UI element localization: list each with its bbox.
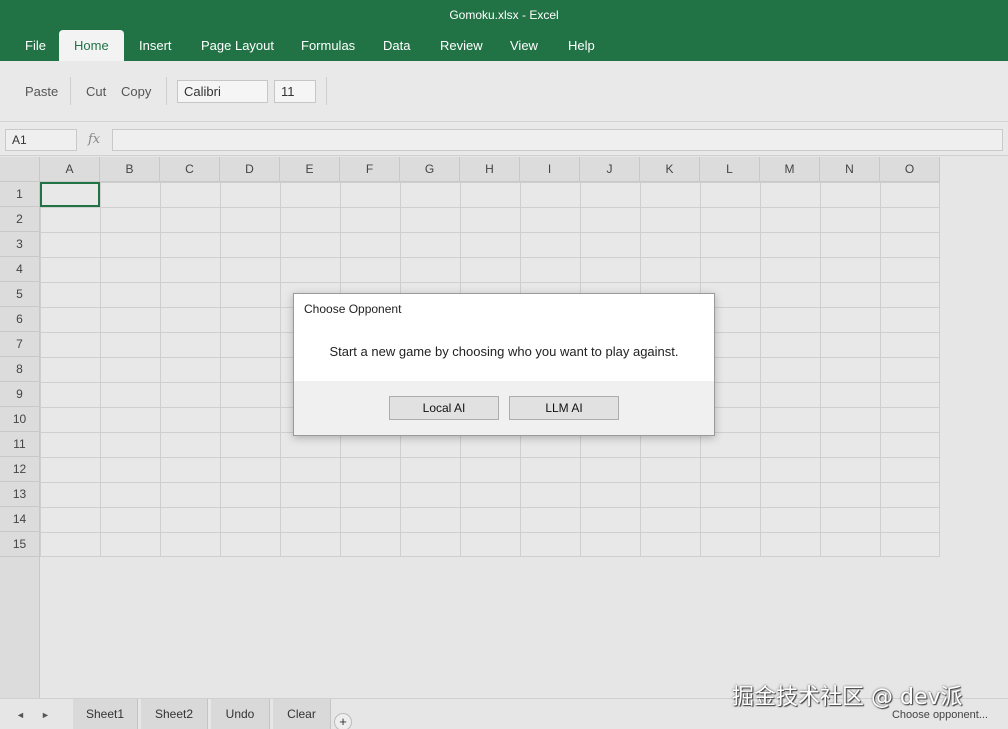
tab-data[interactable]: Data	[368, 30, 425, 61]
status-text: Choose opponent...	[891, 709, 988, 721]
row-header-5[interactable]: 5	[0, 282, 40, 307]
paste-button[interactable]: Paste	[25, 84, 58, 99]
formula-input[interactable]	[112, 129, 1003, 151]
choose-opponent-dialog: Choose Opponent Start a new game by choo…	[293, 293, 715, 436]
column-header-c[interactable]: C	[160, 157, 220, 182]
active-cell-a1[interactable]	[40, 182, 100, 207]
ribbon-divider	[326, 77, 327, 105]
font-size-field[interactable]: 11	[274, 80, 316, 103]
watermark-text: 掘金技术社区 @ dev派	[732, 685, 963, 710]
column-header-a[interactable]: A	[40, 157, 100, 182]
tab-formulas[interactable]: Formulas	[286, 30, 370, 61]
sheet-tab-sheet2[interactable]: Sheet2	[141, 699, 208, 729]
sheet-tab-undo[interactable]: Undo	[211, 699, 270, 729]
dialog-message: Start a new game by choosing who you wan…	[329, 344, 679, 359]
copy-button[interactable]: Copy	[121, 84, 151, 99]
row-header-12[interactable]: 12	[0, 457, 40, 482]
row-header-7[interactable]: 7	[0, 332, 40, 357]
dialog-title: Choose Opponent	[304, 302, 402, 316]
row-header-14[interactable]: 14	[0, 507, 40, 532]
row-header-1[interactable]: 1	[0, 182, 40, 207]
row-header-15[interactable]: 15	[0, 532, 40, 557]
formula-bar: A1 fx	[0, 122, 1008, 156]
fx-icon: fx	[88, 132, 101, 147]
local-ai-button[interactable]: Local AI	[389, 396, 499, 420]
ribbon-tab-bar: File Home Insert Page Layout Formulas Da…	[0, 30, 1008, 61]
column-header-k[interactable]: K	[640, 157, 700, 182]
column-header-d[interactable]: D	[220, 157, 280, 182]
tab-insert[interactable]: Insert	[124, 30, 187, 61]
column-header-n[interactable]: N	[820, 157, 880, 182]
tab-home[interactable]: Home	[59, 30, 124, 61]
add-sheet-icon[interactable]: +	[334, 713, 352, 729]
dialog-button-bar: Local AI LLM AI	[294, 381, 714, 435]
column-header-l[interactable]: L	[700, 157, 760, 182]
window-title: Gomoku.xlsx - Excel	[0, 0, 1008, 30]
cut-button[interactable]: Cut	[86, 84, 106, 99]
row-header-6[interactable]: 6	[0, 307, 40, 332]
tab-help[interactable]: Help	[553, 30, 610, 61]
column-header-m[interactable]: M	[760, 157, 820, 182]
row-header-10[interactable]: 10	[0, 407, 40, 432]
name-box[interactable]: A1	[5, 129, 77, 151]
row-header-2[interactable]: 2	[0, 207, 40, 232]
row-header-4[interactable]: 4	[0, 257, 40, 282]
column-header-b[interactable]: B	[100, 157, 160, 182]
column-header-g[interactable]: G	[400, 157, 460, 182]
row-header-9[interactable]: 9	[0, 382, 40, 407]
column-header-j[interactable]: J	[580, 157, 640, 182]
tab-file[interactable]: File	[10, 30, 61, 61]
column-header-i[interactable]: I	[520, 157, 580, 182]
llm-ai-button[interactable]: LLM AI	[509, 396, 619, 420]
sheet-tab-clear[interactable]: Clear	[273, 699, 331, 729]
row-header-8[interactable]: 8	[0, 357, 40, 382]
row-header-11[interactable]: 11	[0, 432, 40, 457]
column-header-h[interactable]: H	[460, 157, 520, 182]
home-ribbon: Paste Cut Copy Calibri 11	[0, 61, 1008, 122]
row-header-13[interactable]: 13	[0, 482, 40, 507]
column-header-f[interactable]: F	[340, 157, 400, 182]
tab-view[interactable]: View	[495, 30, 553, 61]
font-name-field[interactable]: Calibri	[177, 80, 268, 103]
ribbon-divider	[166, 77, 167, 105]
next-sheet-icon[interactable]: ►	[41, 710, 50, 720]
select-all-corner[interactable]	[0, 157, 40, 182]
tab-review[interactable]: Review	[425, 30, 498, 61]
prev-sheet-icon[interactable]: ◄	[16, 710, 25, 720]
column-header-e[interactable]: E	[280, 157, 340, 182]
row-header-3[interactable]: 3	[0, 232, 40, 257]
sheet-tab-sheet1[interactable]: Sheet1	[73, 699, 138, 729]
tab-page-layout[interactable]: Page Layout	[186, 30, 289, 61]
column-header-o[interactable]: O	[880, 157, 940, 182]
row-header-fill	[0, 557, 40, 698]
ribbon-divider	[70, 77, 71, 105]
